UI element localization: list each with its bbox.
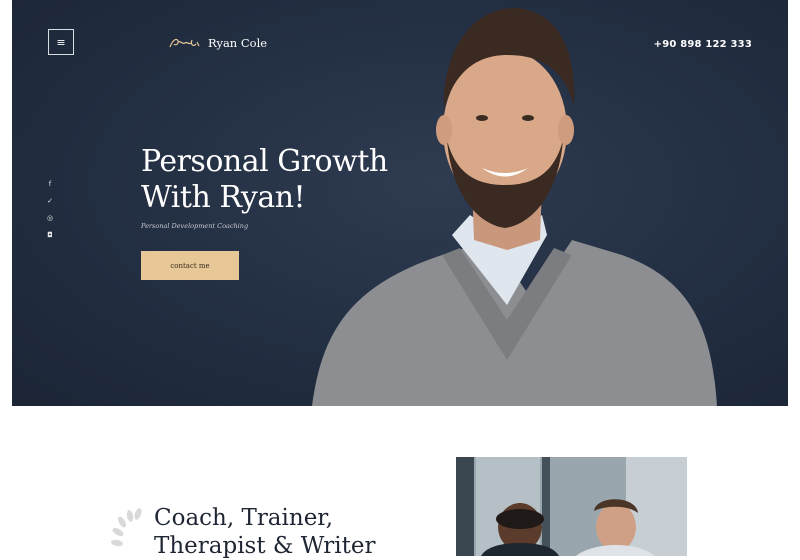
hero-section: ≡ Ryan Cole +90 898 122 333 f ✓ ◎ ◘ Pers… (12, 0, 788, 406)
coaching-session-photo (456, 457, 687, 556)
menu-icon: ≡ (56, 35, 66, 49)
instagram-icon[interactable]: ◘ (46, 231, 54, 239)
phone-number[interactable]: +90 898 122 333 (654, 39, 752, 50)
twitter-icon[interactable]: ✓ (46, 197, 54, 205)
laurel-icon (111, 508, 142, 547)
social-links: f ✓ ◎ ◘ (46, 180, 54, 239)
menu-button[interactable]: ≡ (48, 29, 74, 55)
about-title-line-1: Coach, Trainer, (154, 505, 334, 531)
signature-icon (169, 38, 200, 48)
hero-subtitle: Personal Development Coaching (141, 222, 249, 230)
pinterest-icon[interactable]: ◎ (46, 214, 54, 222)
about-title: Coach, Trainer, Therapist & Writer (154, 504, 376, 560)
facebook-icon[interactable]: f (46, 180, 54, 188)
brand-name: Ryan Cole (208, 36, 268, 50)
hero-headline: Personal Growth With Ryan! (141, 144, 388, 216)
headline-line-1: Personal Growth (141, 144, 388, 179)
headline-line-2: With Ryan! (141, 180, 306, 215)
contact-me-button[interactable]: contact me (141, 251, 239, 280)
brand-logo[interactable]: Ryan Cole (168, 36, 267, 50)
about-title-line-2: Therapist & Writer (154, 533, 376, 559)
